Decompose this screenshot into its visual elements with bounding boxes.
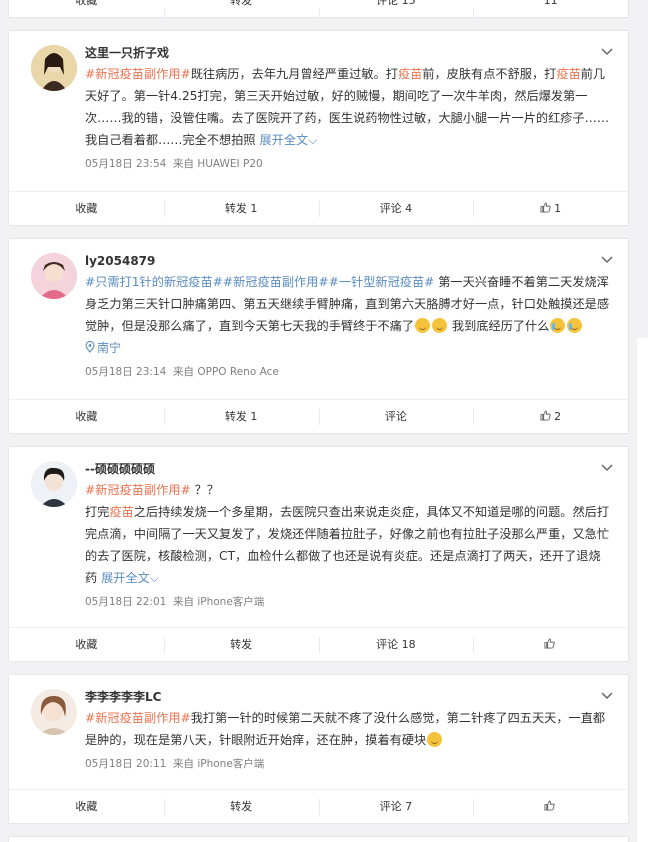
like-button[interactable]: 11 [473,0,628,18]
like-button[interactable] [473,790,628,823]
post-meta: 05月18日 20:11 来自 iPhone客户端 [85,755,612,773]
post-card: ly2054879 #只需打1针的新冠疫苗##新冠疫苗副作用##一针型新冠疫苗#… [8,238,629,434]
cry-emoji-icon [550,318,566,333]
thumbs-up-icon [544,800,555,811]
like-button[interactable]: 1 [473,192,628,225]
topic-link[interactable]: 疫苗 [556,67,580,81]
post-actions: 收藏 转发 评论 18 [9,627,628,661]
post-text-segment: 之后持续发烧一个多星期，去医院只查出来说走炎症，具体又不知道是哪的问题。然后打完… [85,505,610,585]
post-meta: 05月18日 22:01 来自 iPhone客户端 [85,593,612,611]
post-card: --硕硕硕硕硕 #新冠疫苗副作用# ？？ 打完疫苗之后持续发烧一个多星期，去医院只… [8,446,629,662]
location-label: 南宁 [97,341,122,355]
topic-link[interactable]: 疫苗 [109,505,133,519]
topic-link[interactable]: #新冠疫苗副作用# [223,275,329,289]
thumbs-up-icon [540,202,551,213]
post-text-segment: 既往病历，去年九月曾经严重过敏。打 [190,67,398,81]
topic-link[interactable]: 疫苗 [398,67,422,81]
location[interactable]: 南宁 [85,337,612,359]
laugh-emoji-icon [432,318,448,333]
like-button[interactable]: 2 [473,400,628,433]
thumbs-up-icon [540,410,551,421]
post-source: 来自 OPPO Reno Ace [173,366,279,378]
topic-link[interactable]: 展开全文⌵ [260,133,318,147]
collect-button[interactable]: 收藏 [9,400,164,433]
post-time[interactable]: 05月18日 22:01 [85,596,166,608]
topic-link[interactable]: #一针型新冠疫苗# [329,275,435,289]
page-edge [637,338,648,842]
chevron-down-icon[interactable] [600,47,614,57]
like-count: 1 [554,202,562,215]
post-text-segment: 打完 [85,505,110,519]
username[interactable]: --硕硕硕硕硕 [85,459,612,479]
topic-link[interactable]: 展开全文⌵ [101,571,159,585]
chevron-down-icon[interactable] [600,255,614,265]
collect-button[interactable]: 收藏 [9,192,164,225]
comment-button[interactable]: 评论 18 [318,628,474,661]
laugh-emoji-icon [415,318,431,333]
post-source: 来自 HUAWEI P20 [173,158,263,170]
post-actions: 收藏 转发 评论 7 [9,789,628,823]
post-text-segment: 前，皮肤有点不舒服，打 [422,67,557,81]
post-text-segment: 我到底经历了什么 [448,319,550,333]
post-time[interactable]: 05月18日 20:11 [85,758,166,770]
post-time[interactable]: 05月18日 23:54 [85,158,166,170]
post-text-segment: ？？ [190,483,219,497]
repost-button[interactable]: 转发 1 [163,400,319,433]
post-text: #只需打1针的新冠疫苗##新冠疫苗副作用##一针型新冠疫苗# 第一天兴奋睡不着第… [85,271,612,337]
post-source: 来自 iPhone客户端 [173,758,265,770]
comment-button[interactable]: 评论 15 [318,0,474,18]
like-button[interactable] [473,628,628,661]
post-card [8,836,629,842]
post-time[interactable]: 05月18日 23:14 [85,366,166,378]
post-card: 李李李李李LC #新冠疫苗副作用#我打第一针的时候第二天就不疼了没什么感觉，第二… [8,674,629,824]
username[interactable]: ly2054879 [85,251,612,271]
comment-button[interactable]: 评论 4 [318,192,474,225]
post-actions: 收藏 转发 1 评论 4 1 [9,191,628,225]
post-actions: 收藏 转发 1 评论 2 [9,399,628,433]
post-meta: 05月18日 23:54 来自 HUAWEI P20 [85,155,612,173]
post-text: #新冠疫苗副作用#我打第一针的时候第二天就不疼了没什么感觉，第二针疼了四五天天，… [85,707,612,751]
collect-button[interactable]: 收藏 [9,628,164,661]
username[interactable]: 李李李李李LC [85,687,612,707]
surprise-emoji-icon [427,732,443,747]
thumbs-up-icon [544,638,555,649]
repost-button[interactable]: 转发 [163,0,319,18]
repost-button[interactable]: 转发 [163,628,319,661]
repost-button[interactable]: 转发 1 [163,192,319,225]
comment-button[interactable]: 评论 7 [318,790,474,823]
topic-link[interactable]: #新冠疫苗副作用# [85,711,191,725]
repost-button[interactable]: 转发 [163,790,319,823]
topic-link[interactable]: #新冠疫苗副作用# [85,483,191,497]
post-text: #新冠疫苗副作用# ？？ 打完疫苗之后持续发烧一个多星期，去医院只查出来说走炎症，… [85,479,612,589]
post-card: 这里一只折子戏 #新冠疫苗副作用#既往病历，去年九月曾经严重过敏。打疫苗前，皮肤… [8,30,629,226]
chevron-down-icon[interactable] [600,463,614,473]
post-meta: 05月18日 23:14 来自 OPPO Reno Ace [85,363,612,381]
topic-link[interactable]: #只需打1针的新冠疫苗# [85,275,223,289]
chevron-down-icon[interactable] [600,691,614,701]
username[interactable]: 这里一只折子戏 [85,43,612,63]
post-text: #新冠疫苗副作用#既往病历，去年九月曾经严重过敏。打疫苗前，皮肤有点不舒服，打疫… [85,63,612,151]
like-count: 2 [554,410,562,423]
topic-link[interactable]: #新冠疫苗副作用# [85,67,191,81]
post-source: 来自 iPhone客户端 [173,596,265,608]
location-pin-icon [85,340,95,353]
repost-label: 转发 1 [224,202,258,215]
collect-button[interactable]: 收藏 [9,0,164,18]
cry-emoji-icon [567,318,583,333]
previous-post-actions: 收藏 转发 评论 15 11 [8,0,629,18]
collect-button[interactable]: 收藏 [9,790,164,823]
comment-button[interactable]: 评论 [318,400,474,433]
